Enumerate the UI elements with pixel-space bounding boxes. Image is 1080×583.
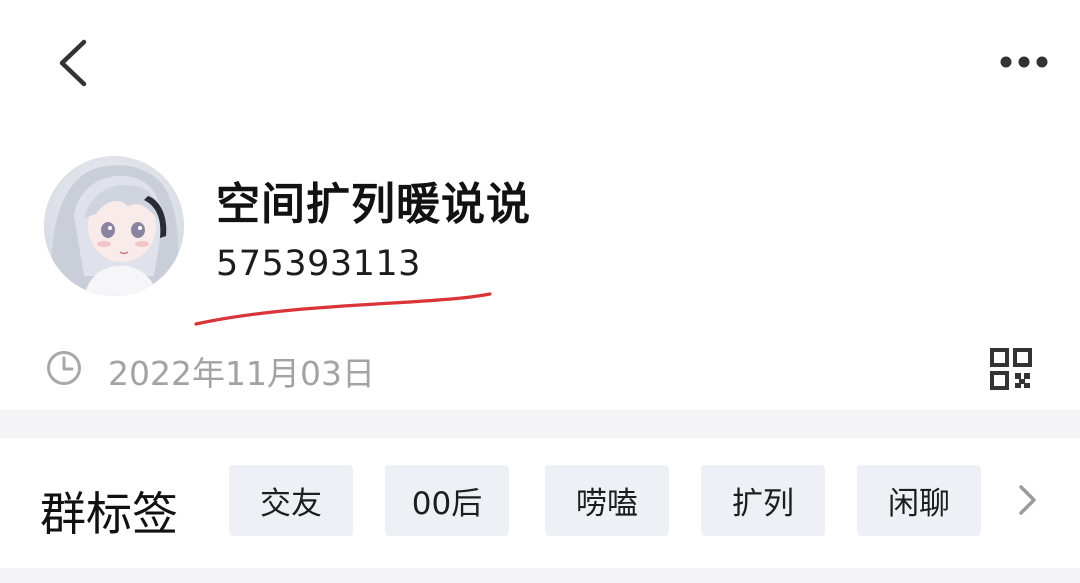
group-tags-row: 群标签 交友 00后 唠嗑 扩列 闲聊 bbox=[0, 438, 1080, 583]
group-avatar[interactable] bbox=[44, 156, 184, 296]
more-button[interactable] bbox=[994, 46, 1054, 78]
tag-chip[interactable]: 扩列 bbox=[701, 465, 825, 536]
tag-chip[interactable]: 闲聊 bbox=[857, 465, 981, 536]
bottom-divider bbox=[0, 568, 1080, 583]
group-name: 空间扩列暖说说 bbox=[216, 179, 531, 230]
tags-title: 群标签 bbox=[40, 487, 178, 541]
qr-code-button[interactable] bbox=[988, 346, 1034, 392]
created-date: 2022年11月03日 bbox=[108, 354, 375, 393]
back-button[interactable] bbox=[50, 36, 100, 90]
top-bar bbox=[0, 0, 1080, 130]
handwritten-underline bbox=[194, 292, 492, 326]
avatar-image bbox=[44, 156, 184, 296]
qr-code-icon bbox=[990, 348, 1032, 390]
tag-chip[interactable]: 唠嗑 bbox=[545, 465, 669, 536]
chevron-right-icon[interactable] bbox=[1012, 482, 1042, 518]
group-profile: 空间扩列暖说说 575393113 2022年11月03日 bbox=[0, 130, 1080, 410]
chevron-left-icon bbox=[59, 39, 87, 87]
group-number[interactable]: 575393113 bbox=[216, 244, 421, 284]
tag-chip[interactable]: 00后 bbox=[385, 465, 509, 536]
more-horizontal-icon bbox=[1000, 56, 1048, 68]
section-divider bbox=[0, 410, 1080, 438]
clock-icon bbox=[47, 351, 81, 385]
tag-chip[interactable]: 交友 bbox=[229, 465, 353, 536]
